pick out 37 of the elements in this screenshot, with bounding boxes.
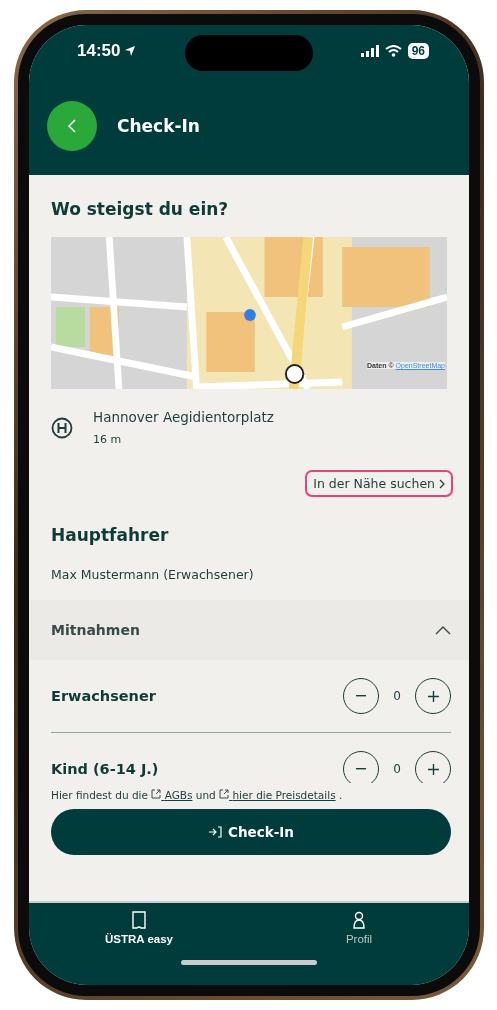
- location-arrow-icon: [124, 45, 137, 57]
- section-title: Hauptfahrer: [50, 524, 170, 545]
- plus-icon: [427, 763, 439, 775]
- wifi-icon: [384, 45, 402, 57]
- back-button[interactable]: [47, 101, 97, 151]
- page-title: Check-In: [117, 116, 200, 136]
- terms-text: Hier findest du die AGBs und hier die Preisdetails .: [51, 789, 344, 801]
- passenger-count: 0: [393, 689, 401, 703]
- chevron-right-icon: [439, 478, 445, 489]
- minus-icon: [356, 768, 367, 770]
- minus-icon: [356, 695, 367, 697]
- signal-icon: [360, 45, 379, 57]
- terms-link[interactable]: AGBs: [151, 789, 193, 801]
- tab-bar-item[interactable]: ÜSTRA easy: [29, 903, 249, 946]
- battery-level: 96: [407, 43, 429, 59]
- tab-bar-item[interactable]: Profil: [249, 903, 469, 946]
- login-arrow-icon: [208, 826, 223, 838]
- person-icon: [353, 911, 365, 929]
- back-chevron-icon: [67, 118, 77, 134]
- plus-icon: [427, 690, 439, 702]
- bus-stop-icon: [51, 417, 73, 439]
- stop-name: Hannover Aegidientorplatz: [93, 409, 274, 425]
- stop-distance: 16 m: [93, 433, 123, 446]
- nearby-search-link[interactable]: In der Nähe suchen: [305, 470, 453, 497]
- price-details-link[interactable]: hier die Preisdetails: [219, 789, 336, 801]
- ticket-icon: [132, 911, 146, 929]
- passenger-type: Erwachsener: [51, 688, 156, 704]
- status-time: 14:50: [77, 41, 137, 61]
- section-title: Wo steigst du ein?: [50, 198, 230, 221]
- rider-name: Max Mustermann (Erwachsener): [50, 566, 255, 582]
- external-link-icon: [151, 789, 162, 799]
- external-link-icon: [219, 789, 230, 799]
- chevron-up-icon: [435, 625, 451, 635]
- passenger-type: Kind (6-14 J.): [51, 761, 159, 777]
- passenger-count: 0: [393, 762, 401, 776]
- companions-header[interactable]: Mitnahmen: [29, 600, 469, 660]
- check-in-button[interactable]: Check-In: [51, 809, 451, 855]
